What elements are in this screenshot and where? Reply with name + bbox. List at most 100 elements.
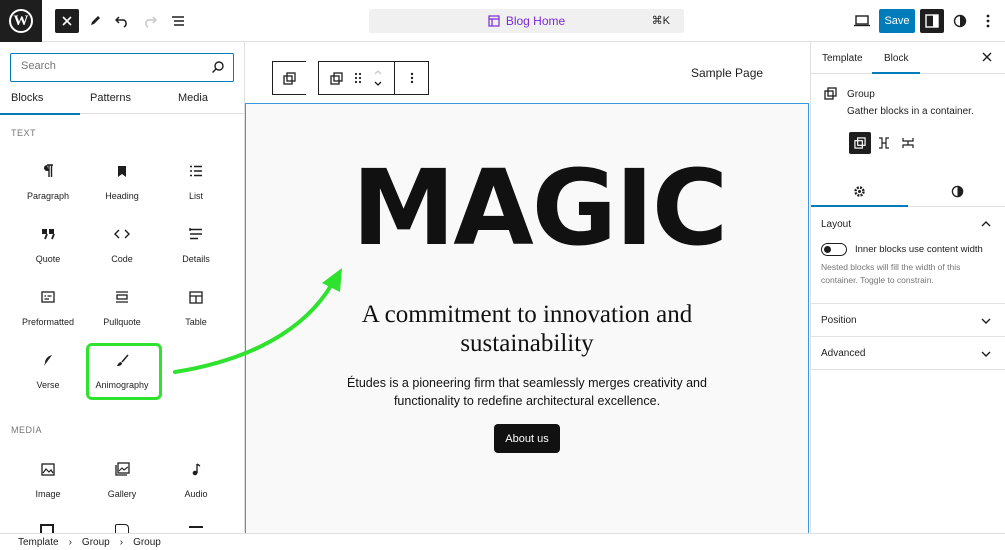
block-image[interactable]: Image <box>11 453 85 509</box>
settings-gear-icon[interactable] <box>853 185 866 198</box>
audio-icon <box>192 462 201 475</box>
variation-group-button[interactable] <box>849 132 871 154</box>
tab-block[interactable]: Block <box>871 53 921 74</box>
block-verse[interactable]: Verse <box>11 344 85 400</box>
search-input[interactable] <box>21 60 201 72</box>
layout-panel-title[interactable]: Layout <box>821 219 851 230</box>
logo-text: MAGIC <box>352 147 726 264</box>
block-label: Paragraph <box>26 191 70 201</box>
block-list[interactable]: List <box>159 155 233 211</box>
bookmark-icon <box>118 165 126 177</box>
save-button[interactable]: Save <box>879 9 915 33</box>
block-label: Table <box>185 317 207 327</box>
list-icon <box>190 165 202 177</box>
settings-toggle-button[interactable] <box>920 9 944 33</box>
block-switcher[interactable] <box>318 61 395 95</box>
styles-contrast-icon[interactable] <box>951 185 964 198</box>
block-gallery[interactable]: Gallery <box>85 453 159 509</box>
position-panel-title[interactable]: Position <box>821 315 857 326</box>
toggle-label: Inner blocks use content width <box>855 244 983 255</box>
drag-handle-icon[interactable] <box>354 72 362 84</box>
block-card-description: Gather blocks in a container. <box>847 106 974 117</box>
block-quote[interactable]: Quote <box>11 218 85 274</box>
preformatted-icon <box>41 291 55 303</box>
block-label: Quote <box>35 254 61 264</box>
undo-button[interactable] <box>110 9 134 33</box>
chevron-down-icon[interactable] <box>981 350 991 358</box>
about-us-button[interactable]: About us <box>494 424 560 453</box>
undo-icon <box>115 16 127 28</box>
group-icon <box>283 71 296 85</box>
breadcrumb-group[interactable]: Group <box>82 537 110 548</box>
pullquote-icon <box>116 291 128 303</box>
desktop-icon <box>854 15 870 27</box>
chevron-up-icon[interactable] <box>981 220 991 228</box>
search-field[interactable] <box>10 53 234 82</box>
details-icon <box>189 228 202 240</box>
block-paragraph[interactable]: Paragraph <box>11 155 85 211</box>
tab-blocks[interactable]: Blocks <box>0 92 81 115</box>
sidebar-tabs: Template Block <box>811 42 1005 74</box>
chevron-right-icon: › <box>68 536 72 548</box>
gallery-icon <box>114 462 130 476</box>
advanced-panel-title[interactable]: Advanced <box>821 348 865 359</box>
variation-stack-button[interactable] <box>897 132 919 154</box>
close-icon <box>62 16 72 26</box>
content-width-toggle[interactable] <box>821 243 847 256</box>
media-text-icon <box>189 526 203 533</box>
toggle-help-text: Nested blocks will fill the width of thi… <box>821 262 961 285</box>
document-overview-button[interactable] <box>166 9 190 33</box>
block-table[interactable]: Table <box>159 281 233 337</box>
tab-media[interactable]: Media <box>178 92 208 104</box>
selected-group-block[interactable]: MAGIC A commitment to innovation and sus… <box>245 103 809 533</box>
block-label: Audio <box>184 489 208 499</box>
redo-icon <box>145 16 157 28</box>
options-menu-button[interactable] <box>976 9 1000 33</box>
block-settings-tabs <box>811 176 1005 207</box>
command-palette-bar[interactable]: Blog Home ⌘K <box>369 9 684 33</box>
close-inserter-button[interactable] <box>55 9 79 33</box>
styles-button[interactable] <box>948 9 972 33</box>
variation-row-button[interactable] <box>873 132 895 154</box>
group-icon <box>330 71 343 85</box>
block-variations <box>849 132 919 154</box>
group-icon <box>854 137 866 149</box>
block-label: List <box>188 191 203 201</box>
chevron-right-icon: › <box>119 536 124 548</box>
redo-button[interactable] <box>138 9 162 33</box>
preview-button[interactable] <box>850 9 874 33</box>
breadcrumb-template[interactable]: Template <box>18 537 59 548</box>
search-icon <box>212 61 224 73</box>
block-audio[interactable]: Audio <box>159 453 233 509</box>
block-preformatted[interactable]: Preformatted <box>11 281 85 337</box>
tab-template[interactable]: Template <box>822 53 863 64</box>
magic-logo: MAGIC <box>352 147 728 264</box>
block-breadcrumb: Template › Group › Group <box>0 533 1005 550</box>
quote-icon <box>42 229 55 240</box>
block-options-button[interactable] <box>395 61 429 95</box>
wordpress-logo-button[interactable]: W <box>0 0 42 42</box>
block-code[interactable]: Code <box>85 218 159 274</box>
parent-block-button[interactable] <box>272 61 306 95</box>
block-heading[interactable]: Heading <box>85 155 159 211</box>
hero-heading: A commitment to innovation and sustainab… <box>361 301 693 357</box>
chevron-down-icon[interactable] <box>981 317 991 325</box>
block-details[interactable]: Details <box>159 218 233 274</box>
highlight-box <box>86 343 162 400</box>
block-toolbar <box>272 61 429 95</box>
close-icon[interactable] <box>982 52 992 62</box>
tools-button[interactable] <box>83 9 107 33</box>
move-up-down-icon[interactable] <box>373 68 383 88</box>
cover-icon <box>40 524 54 533</box>
block-label: Verse <box>36 380 60 390</box>
block-pullquote[interactable]: Pullquote <box>85 281 159 337</box>
table-icon <box>189 290 203 304</box>
page-title-label: Sample Page <box>691 66 764 80</box>
group-icon <box>824 87 837 100</box>
sidebar-icon <box>925 14 939 28</box>
tab-patterns[interactable]: Patterns <box>90 92 131 104</box>
file-icon <box>115 524 129 533</box>
hero-paragraph: Études is a pioneering firm that seamles… <box>347 376 707 408</box>
wordpress-icon: W <box>9 9 33 33</box>
document-title: Blog Home <box>505 14 566 28</box>
